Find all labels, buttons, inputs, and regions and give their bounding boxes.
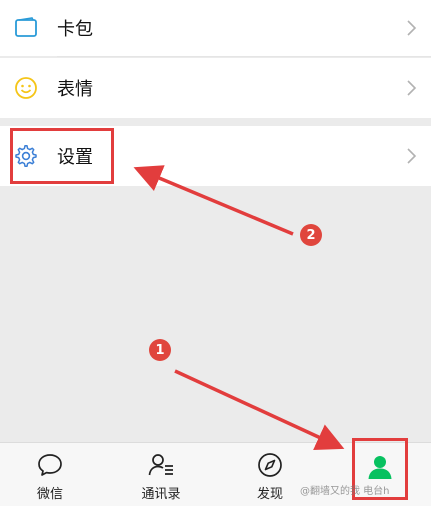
tab-discover[interactable]: 发现 [230,443,310,506]
menu-item-stickers[interactable]: 表情 [0,58,431,118]
card-wallet-icon [14,16,38,40]
chat-bubble-icon [38,454,62,476]
menu-item-label: 卡包 [57,19,93,40]
tab-chats[interactable]: 微信 [10,443,90,506]
contacts-icon [148,454,173,476]
tab-label: 通讯录 [141,487,181,502]
tab-label: 微信 [36,487,63,502]
arrow-to-me-tab [174,369,345,450]
chevron-right-icon [407,80,417,96]
compass-icon [258,453,282,477]
step-badge-2: 2 [300,224,322,246]
smiley-icon [14,76,38,100]
tab-label: 发现 [256,487,283,502]
divider [57,56,431,57]
highlight-box-settings [10,128,114,184]
chevron-right-icon [407,20,417,36]
menu-item-label: 表情 [57,79,93,100]
chevron-right-icon [407,148,417,164]
step-badge-1: 1 [149,339,171,361]
tab-contacts[interactable]: 通讯录 [121,443,201,506]
watermark-text: @翻墙又的我 电台h [300,486,390,497]
menu-item-card-wallet[interactable]: 卡包 [0,0,431,56]
